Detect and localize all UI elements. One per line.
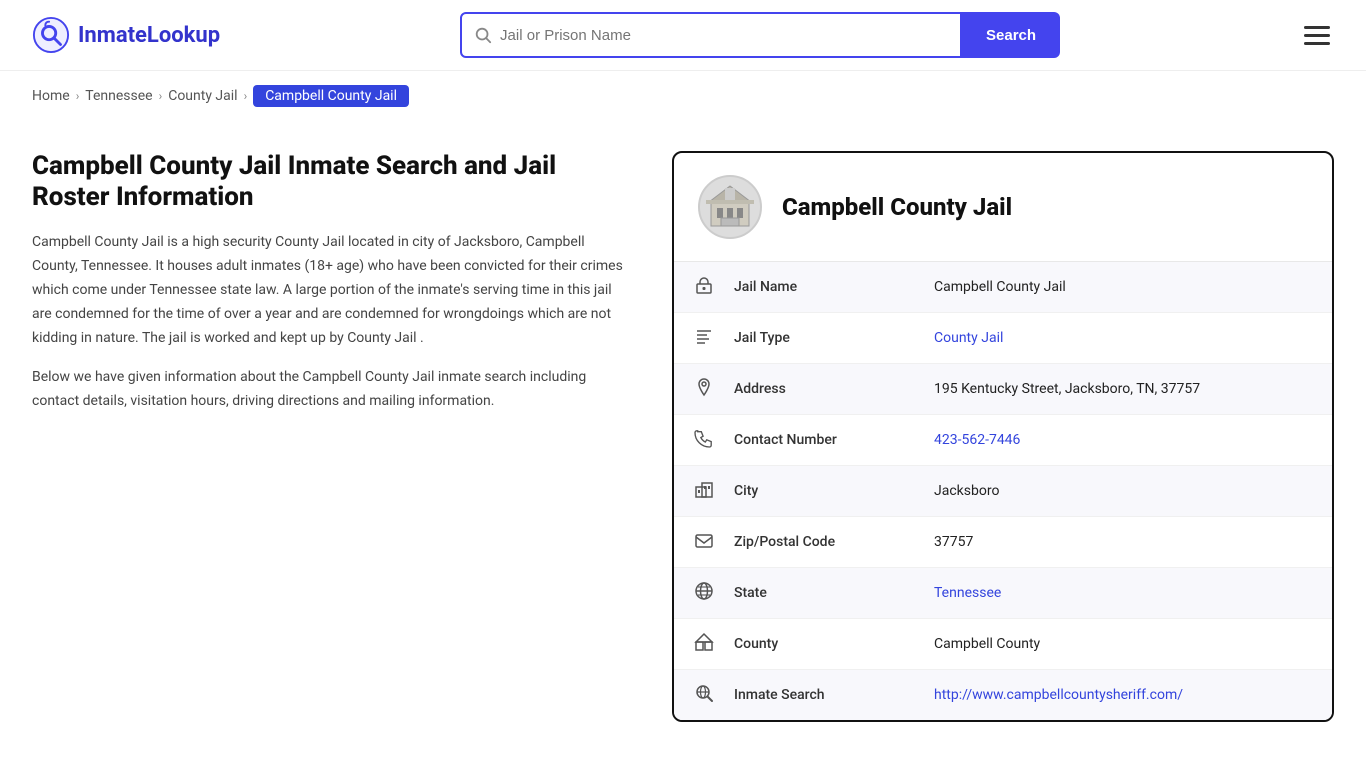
main-content: Campbell County Jail Inmate Search and J…	[0, 121, 1366, 762]
table-row: Inmate Searchhttp://www.campbellcountysh…	[674, 670, 1332, 721]
hamburger-line-2	[1304, 34, 1330, 37]
search-icon	[474, 26, 492, 44]
jail-icon	[674, 262, 714, 313]
search-button[interactable]: Search	[962, 12, 1060, 58]
breadcrumb-chevron-3: ›	[244, 89, 248, 103]
search-input-wrap	[460, 12, 962, 58]
globe-icon	[674, 568, 714, 619]
pin-icon	[674, 364, 714, 415]
table-value[interactable]: County Jail	[914, 313, 1332, 364]
right-column: Campbell County Jail Jail NameCampbell C…	[672, 151, 1334, 722]
table-value[interactable]: http://www.campbellcountysheriff.com/	[914, 670, 1332, 721]
table-value: Campbell County Jail	[914, 262, 1332, 313]
table-label: Contact Number	[714, 415, 914, 466]
search-globe-icon	[674, 670, 714, 721]
table-row: Address195 Kentucky Street, Jacksboro, T…	[674, 364, 1332, 415]
breadcrumb-state[interactable]: Tennessee	[85, 88, 152, 104]
table-row: Jail TypeCounty Jail	[674, 313, 1332, 364]
list-icon	[674, 313, 714, 364]
hamburger-line-1	[1304, 26, 1330, 29]
table-label: Jail Name	[714, 262, 914, 313]
mail-icon	[674, 517, 714, 568]
table-label: City	[714, 466, 914, 517]
table-row: CityJacksboro	[674, 466, 1332, 517]
table-label: State	[714, 568, 914, 619]
table-label: County	[714, 619, 914, 670]
table-value[interactable]: 423-562-7446	[914, 415, 1332, 466]
county-icon	[674, 619, 714, 670]
page-description-1: Campbell County Jail is a high security …	[32, 231, 632, 350]
table-value[interactable]: Tennessee	[914, 568, 1332, 619]
table-value: 37757	[914, 517, 1332, 568]
header: InmateLookup Search	[0, 0, 1366, 71]
table-row: CountyCampbell County	[674, 619, 1332, 670]
avatar	[698, 175, 762, 239]
info-card: Campbell County Jail Jail NameCampbell C…	[672, 151, 1334, 722]
logo-text: InmateLookup	[78, 23, 220, 48]
hamburger-menu[interactable]	[1300, 22, 1334, 49]
table-row: Zip/Postal Code37757	[674, 517, 1332, 568]
logo-icon	[32, 16, 70, 54]
breadcrumb: Home › Tennessee › County Jail › Campbel…	[0, 71, 1366, 121]
table-label: Zip/Postal Code	[714, 517, 914, 568]
breadcrumb-chevron-2: ›	[159, 89, 163, 103]
table-row: Jail NameCampbell County Jail	[674, 262, 1332, 313]
city-icon	[674, 466, 714, 517]
search-bar: Search	[460, 12, 1060, 58]
page-title: Campbell County Jail Inmate Search and J…	[32, 151, 632, 213]
table-label: Inmate Search	[714, 670, 914, 721]
table-value: Campbell County	[914, 619, 1332, 670]
table-value: 195 Kentucky Street, Jacksboro, TN, 3775…	[914, 364, 1332, 415]
info-card-title: Campbell County Jail	[782, 193, 1012, 221]
table-row: Contact Number423-562-7446	[674, 415, 1332, 466]
breadcrumb-current: Campbell County Jail	[253, 85, 409, 107]
breadcrumb-home[interactable]: Home	[32, 88, 70, 104]
table-value: Jacksboro	[914, 466, 1332, 517]
breadcrumb-jail-type[interactable]: County Jail	[168, 88, 237, 104]
logo[interactable]: InmateLookup	[32, 16, 220, 54]
search-input[interactable]	[500, 27, 948, 44]
left-column: Campbell County Jail Inmate Search and J…	[32, 151, 672, 722]
phone-icon	[674, 415, 714, 466]
page-description-2: Below we have given information about th…	[32, 366, 632, 414]
table-row: StateTennessee	[674, 568, 1332, 619]
info-table: Jail NameCampbell County JailJail TypeCo…	[674, 262, 1332, 720]
hamburger-line-3	[1304, 42, 1330, 45]
breadcrumb-chevron-1: ›	[76, 89, 80, 103]
table-label: Jail Type	[714, 313, 914, 364]
info-card-header: Campbell County Jail	[674, 153, 1332, 262]
table-label: Address	[714, 364, 914, 415]
